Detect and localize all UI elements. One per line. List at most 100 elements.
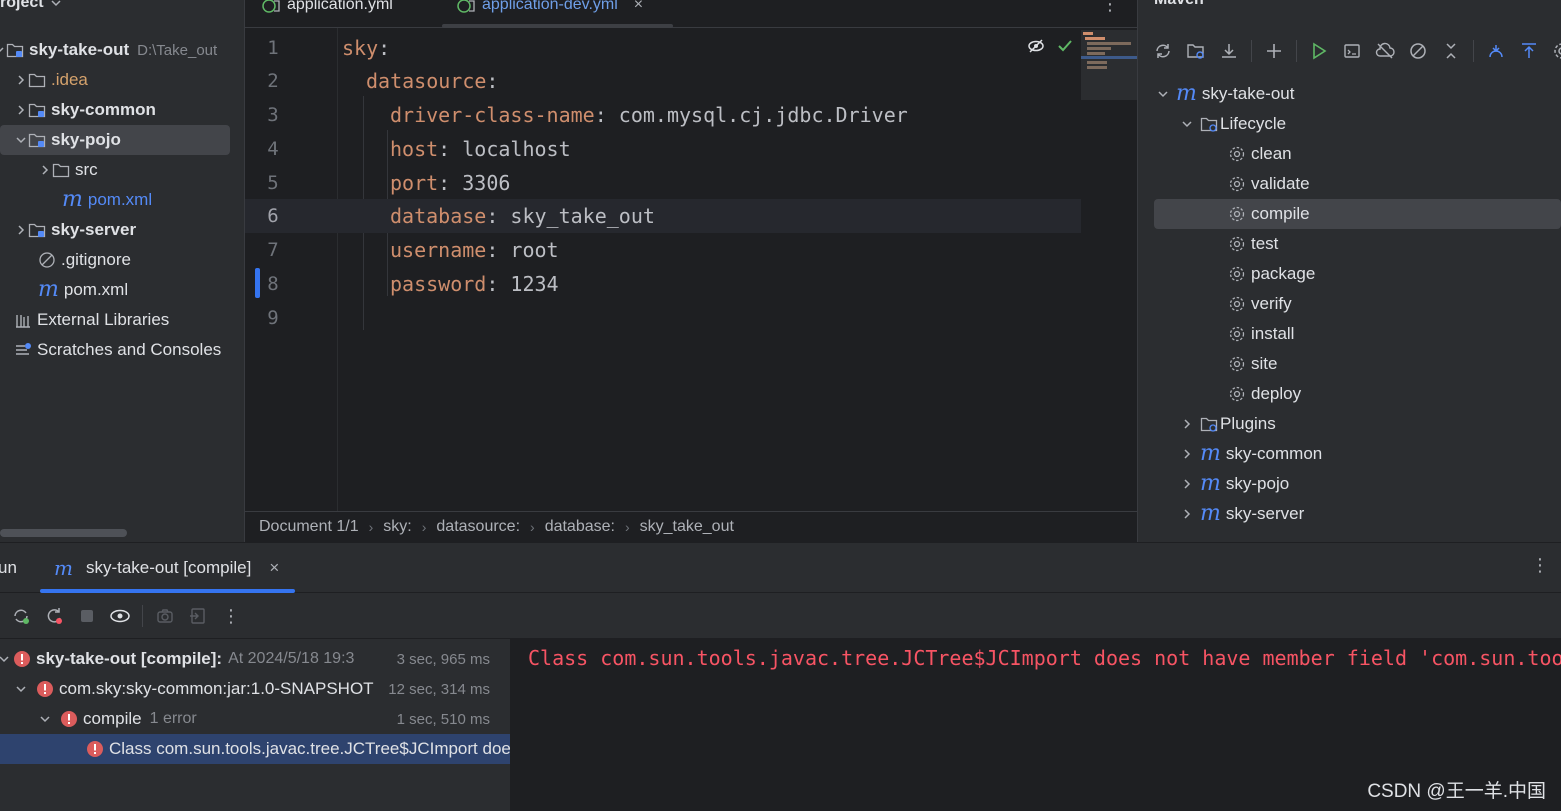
tree-item-sky-take-out[interactable]: sky-take-out D:\Take_out xyxy=(0,35,236,65)
breadcrumb-item[interactable]: datasource: xyxy=(436,518,520,536)
more-options-icon[interactable]: ⋮ xyxy=(220,605,242,627)
run-icon[interactable] xyxy=(1308,40,1330,62)
gear-icon[interactable] xyxy=(1551,40,1561,62)
yaml-sep: : xyxy=(486,272,511,296)
maven-project-sky-take-out[interactable]: m sky-take-out xyxy=(1156,79,1294,109)
tab-application-yml[interactable]: application.yml xyxy=(261,0,393,20)
horizontal-scrollbar[interactable] xyxy=(0,529,127,537)
maven-phase-clean[interactable]: clean xyxy=(1228,139,1292,169)
spring-yaml-icon xyxy=(262,0,280,13)
tree-item-idea[interactable]: .idea xyxy=(14,65,244,95)
eye-icon[interactable] xyxy=(109,605,131,627)
breadcrumb-item[interactable]: sky_take_out xyxy=(640,518,734,536)
maven-phase-verify[interactable]: verify xyxy=(1228,289,1292,319)
chevron-down-icon[interactable] xyxy=(1180,117,1194,131)
chevron-right-icon[interactable] xyxy=(14,223,28,237)
camera-icon[interactable] xyxy=(154,605,176,627)
skip-tests-icon[interactable] xyxy=(1407,40,1429,62)
maven-phase-label: site xyxy=(1251,354,1278,373)
build-tree-row[interactable]: compile 1 error 1 sec, 510 ms xyxy=(0,704,510,734)
maven-module-sky-pojo[interactable]: m sky-pojo xyxy=(1180,469,1289,499)
chevron-down-icon[interactable] xyxy=(50,0,62,9)
breadcrumb-item[interactable]: database: xyxy=(545,518,615,536)
tree-item-gitignore[interactable]: .gitignore xyxy=(38,245,244,275)
build-tree-row[interactable]: sky-take-out [compile]: At 2024/5/18 19:… xyxy=(0,644,510,674)
chevron-right-icon[interactable] xyxy=(38,163,52,177)
collapse-all-icon[interactable] xyxy=(1440,40,1462,62)
code-line[interactable]: 1 sky: xyxy=(245,31,1081,65)
chevron-right-icon[interactable] xyxy=(1180,417,1194,431)
close-icon[interactable]: × xyxy=(634,0,643,14)
tree-item-external-libraries[interactable]: External Libraries xyxy=(14,305,244,335)
code-line[interactable]: 7 username: root xyxy=(245,233,1081,267)
minimap-line xyxy=(1081,56,1137,59)
chevron-right-icon[interactable] xyxy=(1180,477,1194,491)
maven-phase-validate[interactable]: validate xyxy=(1228,169,1310,199)
tree-item-sky-pojo[interactable]: sky-pojo xyxy=(0,125,230,155)
more-options-icon[interactable]: ⋮ xyxy=(1531,555,1549,576)
maven-module-sky-server[interactable]: m sky-server xyxy=(1180,499,1304,529)
exit-icon[interactable] xyxy=(187,605,209,627)
code-line[interactable]: 2 datasource: xyxy=(245,64,1081,98)
project-panel-title[interactable]: roject xyxy=(0,0,62,15)
breadcrumb-item[interactable]: Document 1/1 xyxy=(259,518,359,536)
maven-phase-package[interactable]: package xyxy=(1228,259,1315,289)
maven-phase-test[interactable]: test xyxy=(1228,229,1278,259)
yaml-sep: : xyxy=(594,103,619,127)
stop-icon[interactable] xyxy=(76,605,98,627)
expand-icon[interactable] xyxy=(1518,40,1540,62)
generate-sources-icon[interactable] xyxy=(1185,40,1207,62)
rerun-failed-icon[interactable] xyxy=(10,605,32,627)
breadcrumb-item[interactable]: sky: xyxy=(383,518,411,536)
chevron-down-icon[interactable] xyxy=(38,712,52,726)
chevron-right-icon[interactable] xyxy=(1180,507,1194,521)
maven-icon: m xyxy=(1200,471,1221,496)
maven-phase-deploy[interactable]: deploy xyxy=(1228,379,1301,409)
more-options-icon[interactable]: ⋮ xyxy=(1101,0,1119,15)
maven-phase-install[interactable]: install xyxy=(1228,319,1294,349)
maven-phase-site[interactable]: site xyxy=(1228,349,1277,379)
tab-run-sky-take-out-compile[interactable]: m sky-take-out [compile] × xyxy=(40,543,293,593)
eye-crossed-icon[interactable] xyxy=(1027,38,1045,54)
gear-icon xyxy=(1229,236,1245,252)
show-dependencies-icon[interactable] xyxy=(1485,40,1507,62)
offline-icon[interactable] xyxy=(1374,40,1396,62)
tree-item-pom-xml[interactable]: m pom.xml xyxy=(62,185,244,215)
yaml-sep: : xyxy=(438,171,463,195)
chevron-right-icon[interactable] xyxy=(1180,447,1194,461)
chevron-right-icon[interactable] xyxy=(14,103,28,117)
chevron-right-icon[interactable] xyxy=(14,73,28,87)
code-line-current[interactable]: 6 database: sky_take_out xyxy=(245,199,1081,233)
breadcrumb: Document 1/1 › sky: › datasource: › data… xyxy=(245,511,1137,542)
maven-lifecycle[interactable]: Lifecycle xyxy=(1180,109,1286,139)
chevron-down-icon[interactable] xyxy=(0,652,11,666)
chevron-down-icon[interactable] xyxy=(14,682,28,696)
yaml-key: sky xyxy=(342,36,379,60)
tree-item-sky-server[interactable]: sky-server xyxy=(14,215,244,245)
tree-item-sky-common[interactable]: sky-common xyxy=(14,95,244,125)
code-line[interactable]: 3 driver-class-name: com.mysql.cj.jdbc.D… xyxy=(245,98,1081,132)
reload-icon[interactable] xyxy=(1152,40,1174,62)
minimap[interactable] xyxy=(1081,30,1137,100)
code-line[interactable]: 9 xyxy=(245,301,1081,335)
build-tree-row-selected[interactable]: Class com.sun.tools.javac.tree.JCTree$JC… xyxy=(0,734,510,764)
download-icon[interactable] xyxy=(1218,40,1240,62)
check-icon[interactable] xyxy=(1057,38,1073,54)
execute-goal-icon[interactable] xyxy=(1341,40,1363,62)
code-line[interactable]: 4 host: localhost xyxy=(245,132,1081,166)
close-icon[interactable]: × xyxy=(269,558,279,578)
chevron-down-icon[interactable] xyxy=(1156,87,1170,101)
code-line[interactable]: 8 password: 1234 xyxy=(245,267,1081,301)
build-tree-row[interactable]: com.sky:sky-common:jar:1.0-SNAPSHOT 12 s… xyxy=(0,674,510,704)
rerun-icon[interactable] xyxy=(43,605,65,627)
tree-item-root-pom-xml[interactable]: m pom.xml xyxy=(38,275,244,305)
maven-phase-compile[interactable]: compile xyxy=(1154,199,1561,229)
chevron-down-icon[interactable] xyxy=(14,133,28,147)
add-icon[interactable] xyxy=(1263,40,1285,62)
tree-item-scratches[interactable]: Scratches and Consoles xyxy=(14,335,244,365)
maven-plugins[interactable]: Plugins xyxy=(1180,409,1276,439)
code-line[interactable]: 5 port: 3306 xyxy=(245,166,1081,200)
tree-item-src[interactable]: src xyxy=(38,155,244,185)
tab-application-dev-yml[interactable]: application-dev.yml × xyxy=(456,0,643,20)
maven-module-sky-common[interactable]: m sky-common xyxy=(1180,439,1322,469)
